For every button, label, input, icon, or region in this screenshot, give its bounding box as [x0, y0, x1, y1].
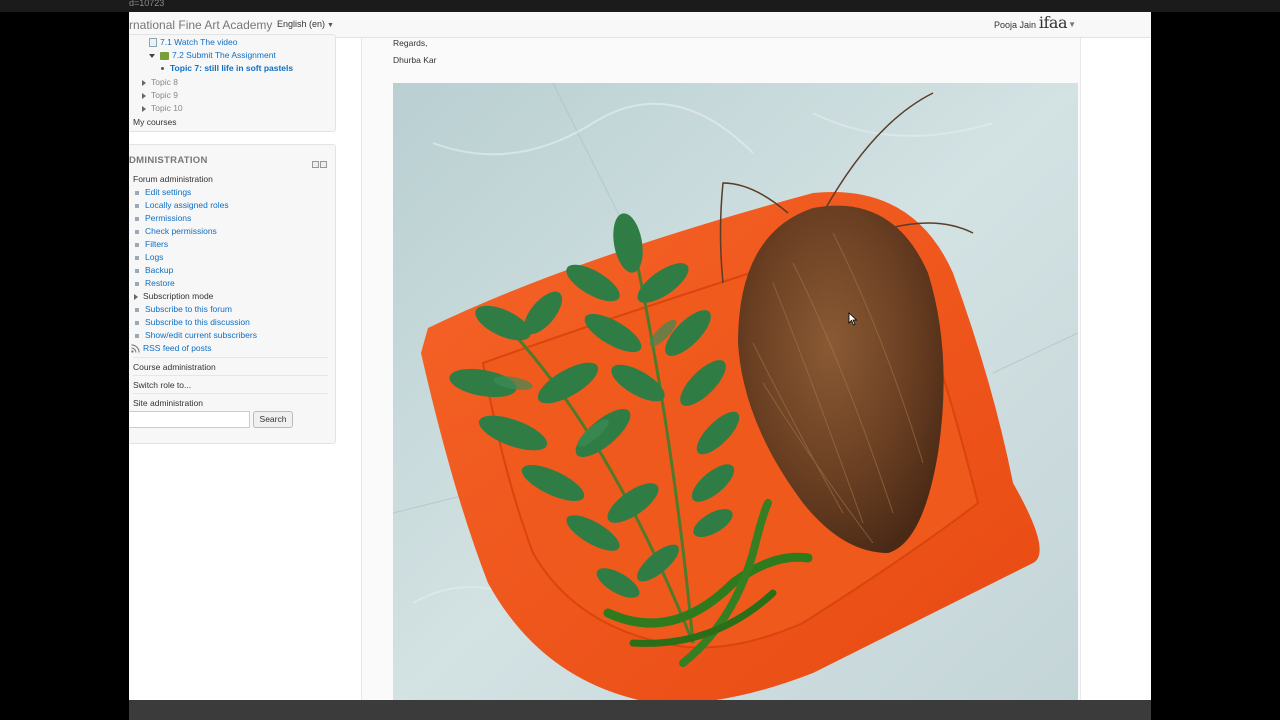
settings-icon: [135, 190, 139, 195]
nav-item-current-topic[interactable]: Topic 7: still life in soft pastels: [161, 63, 293, 73]
nav-item-watch-video[interactable]: 7.1 Watch The video: [149, 37, 238, 48]
nav-item-my-courses[interactable]: My courses: [133, 117, 176, 127]
browser-top-strip: d=10723: [0, 0, 1280, 12]
roles-icon: [135, 203, 139, 208]
subscribe-icon: [135, 307, 139, 312]
filter-icon: [135, 242, 139, 247]
forum-post-content: Regards, Dhurba Kar: [361, 38, 1081, 700]
admin-link-logs[interactable]: Logs: [135, 252, 163, 262]
subscription-mode[interactable]: Subscription mode: [134, 291, 213, 301]
mouse-cursor-icon: [848, 312, 858, 326]
nav-item-submit-assignment[interactable]: 7.2 Submit The Assignment: [149, 50, 276, 60]
subscribe-discussion-link[interactable]: Subscribe to this discussion: [135, 317, 250, 327]
user-name[interactable]: Pooja Jain: [994, 20, 1036, 30]
admin-link-permissions[interactable]: Permissions: [135, 213, 191, 223]
subscribe-icon: [135, 320, 139, 325]
dock-block-icon[interactable]: [320, 161, 327, 168]
edit-subscribers-link[interactable]: Show/edit current subscribers: [135, 330, 257, 340]
screen: d=10723 rnational Fine Art Academy Engli…: [0, 0, 1280, 720]
site-administration[interactable]: Site administration: [133, 398, 203, 408]
still-life-photo[interactable]: [393, 83, 1078, 700]
forum-administration[interactable]: Forum administration: [133, 174, 213, 184]
left-sidebar: 7.1 Watch The video 7.2 Submit The Assig…: [129, 34, 361, 700]
block-controls: [311, 155, 327, 173]
admin-link-filters[interactable]: Filters: [135, 239, 168, 249]
page-icon: [149, 38, 157, 48]
divider: [133, 375, 328, 376]
admin-link-locally-assigned-roles[interactable]: Locally assigned roles: [135, 200, 229, 210]
divider: [133, 357, 328, 358]
admin-link-backup[interactable]: Backup: [135, 265, 173, 275]
moodle-page: rnational Fine Art Academy English (en) ▼…: [129, 12, 1151, 700]
navigation-block: 7.1 Watch The video 7.2 Submit The Assig…: [129, 34, 336, 132]
admin-link-restore[interactable]: Restore: [135, 278, 175, 288]
rss-feed-link[interactable]: RSS feed of posts: [131, 343, 212, 353]
collapsed-arrow-icon: [142, 105, 146, 112]
restore-icon: [135, 281, 139, 286]
collapsed-arrow-icon: [134, 293, 138, 300]
users-icon: [135, 333, 139, 338]
check-icon: [135, 229, 139, 234]
collapse-block-icon[interactable]: [312, 161, 319, 168]
subscribe-forum-link[interactable]: Subscribe to this forum: [135, 304, 232, 314]
admin-link-check-permissions[interactable]: Check permissions: [135, 226, 217, 236]
admin-link-edit-settings[interactable]: Edit settings: [135, 187, 191, 197]
language-menu[interactable]: English (en) ▼: [277, 19, 334, 29]
rss-icon: [131, 344, 140, 353]
site-brand-link[interactable]: rnational Fine Art Academy: [129, 18, 272, 32]
user-menu-caret-icon[interactable]: ▼: [1068, 20, 1076, 29]
bullet-icon: [161, 67, 164, 71]
nav-item-topic-10[interactable]: Topic 10: [142, 103, 183, 113]
assignment-icon: [160, 51, 169, 60]
collapsed-arrow-icon: [142, 79, 146, 86]
divider: [133, 393, 328, 394]
post-regards-text: Regards,: [393, 38, 428, 48]
url-fragment: d=10723: [129, 0, 165, 8]
admin-search-input[interactable]: [129, 411, 250, 428]
post-signer-name: Dhurba Kar: [393, 55, 437, 65]
logs-icon: [135, 255, 139, 260]
admin-search-button[interactable]: Search: [253, 411, 293, 428]
administration-title: DMINISTRATION: [129, 155, 208, 166]
course-administration[interactable]: Course administration: [133, 362, 216, 372]
expanded-arrow-icon[interactable]: [149, 53, 155, 58]
language-label: English (en): [277, 19, 326, 29]
caret-down-icon: ▼: [327, 22, 334, 29]
nav-item-topic-9[interactable]: Topic 9: [142, 90, 178, 100]
bottom-bar: [129, 700, 1151, 720]
permissions-icon: [135, 216, 139, 221]
administration-block: DMINISTRATION Forum administration Edit …: [129, 144, 336, 444]
collapsed-arrow-icon: [142, 92, 146, 99]
nav-item-topic-8[interactable]: Topic 8: [142, 77, 178, 87]
switch-role[interactable]: Switch role to...: [133, 380, 191, 390]
ifaa-logo[interactable]: ifaa: [1039, 13, 1068, 32]
backup-icon: [135, 268, 139, 273]
